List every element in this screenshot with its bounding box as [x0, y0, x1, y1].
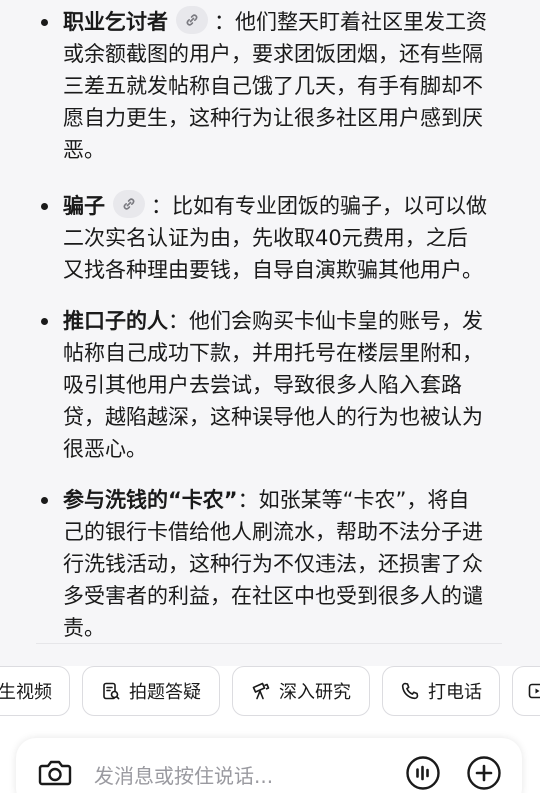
chip-label: 打电话 — [428, 682, 482, 703]
message-input-bar[interactable]: 发消息或按住说话... — [16, 738, 522, 793]
link-icon — [186, 14, 198, 26]
chat-page: 职业乞讨者 ：他们整天盯着社区里发工资或余额截图的用户，要求团饭团烟，还有些隔三差… — [0, 0, 540, 793]
play-icon — [528, 683, 540, 699]
bullet-icon — [41, 497, 48, 504]
photo-question-icon — [103, 682, 120, 700]
add-button[interactable] — [466, 755, 502, 793]
telescope-icon — [252, 682, 270, 700]
list-item: 骗子 ：比如有专业团饭的骗子，以可以做二次实名认证为由，先收取40元费用，之后又找… — [16, 179, 502, 286]
item-title: 推口子的人 — [63, 309, 168, 333]
chip-generate-video[interactable]: 生视频 — [0, 666, 70, 716]
answer-list: 职业乞讨者 ：他们整天盯着社区里发工资或余额截图的用户，要求团饭团烟，还有些隔三差… — [16, 0, 502, 644]
divider — [36, 643, 502, 644]
camera-button[interactable] — [38, 758, 72, 792]
voice-button[interactable] — [405, 755, 441, 793]
source-link-button[interactable] — [176, 6, 208, 34]
chip-phone-call[interactable]: 打电话 — [382, 666, 500, 716]
list-item: 职业乞讨者 ：他们整天盯着社区里发工资或余额截图的用户，要求团饭团烟，还有些隔三差… — [16, 0, 502, 166]
chip-more[interactable] — [512, 666, 540, 716]
camera-icon — [38, 760, 72, 786]
chip-label: 生视频 — [0, 682, 52, 703]
chip-label: 深入研究 — [279, 682, 351, 703]
phone-icon — [401, 682, 419, 700]
link-icon — [123, 198, 135, 210]
list-item: 参与洗钱的“卡农”：如张某等“卡农”，将自己的银行卡借给他人刷流水，帮助不法分子… — [16, 478, 502, 644]
chip-photo-question[interactable]: 拍题答疑 — [82, 666, 220, 716]
chip-deep-research[interactable]: 深入研究 — [232, 666, 370, 716]
item-title: 职业乞讨者 — [63, 10, 168, 34]
item-title: 参与洗钱的“卡农” — [63, 488, 238, 512]
bullet-icon — [41, 19, 48, 26]
voice-wave-icon — [406, 756, 440, 790]
item-title: 骗子 — [63, 194, 105, 218]
source-link-button[interactable] — [113, 190, 145, 218]
answer-card: 职业乞讨者 ：他们整天盯着社区里发工资或余额截图的用户，要求团饭团烟，还有些隔三差… — [16, 0, 502, 643]
suggestion-chips: 生视频 拍题答疑 深入研究 打电话 — [0, 666, 540, 718]
message-input[interactable]: 发消息或按住说话... — [94, 760, 273, 789]
list-item: 推口子的人：他们会购买卡仙卡皇的账号，发帖称自己成功下款，并用托号在楼层里附和，… — [16, 299, 502, 465]
plus-circle-icon — [467, 756, 501, 790]
bullet-icon — [41, 203, 48, 210]
bullet-icon — [41, 318, 48, 325]
chip-label: 拍题答疑 — [129, 682, 201, 703]
